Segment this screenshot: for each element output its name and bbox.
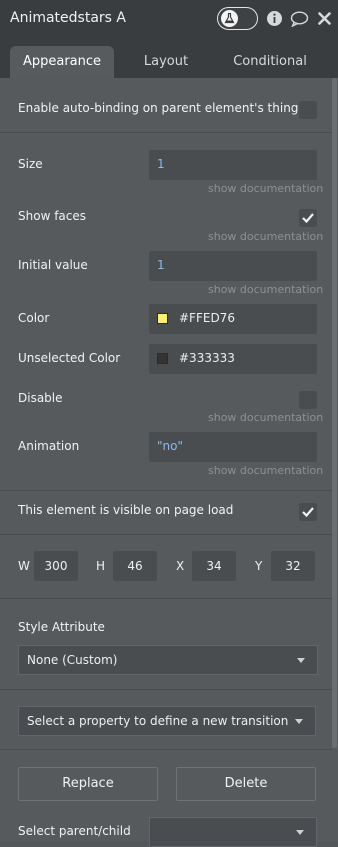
style-select[interactable]: None (Custom) [18,645,318,675]
animation-label: Animation [18,439,80,453]
replace-button[interactable]: Replace [18,767,158,801]
checkmark-icon [302,507,314,518]
size-value: 1 [157,157,165,171]
y-input[interactable]: 32 [271,551,315,581]
initial-value-label: Initial value [18,258,88,272]
transition-placeholder: Select a property to define a new transi… [27,714,289,728]
unselected-color-label: Unselected Color [18,351,121,365]
initial-value-value: 1 [157,258,165,272]
width-label: W [18,559,30,573]
animation-value: "no" [157,439,183,453]
color-picker[interactable]: #FFED76 [149,304,317,334]
auto-binding-checkbox[interactable] [299,101,317,119]
title-bar: Animatedstars A [0,0,338,38]
unselected-color-picker[interactable]: #333333 [149,344,317,374]
size-input[interactable]: 1 [149,150,317,180]
divider [0,689,332,690]
tab-layout[interactable]: Layout [125,46,207,78]
disable-checkbox[interactable] [299,391,317,409]
close-icon[interactable] [318,12,331,25]
unselected-color-value: #333333 [179,351,235,365]
animation-input[interactable]: "no" [149,432,317,462]
debug-toggle[interactable] [217,7,258,30]
height-label: H [96,559,106,573]
visible-on-load-checkbox[interactable] [299,503,317,521]
color-label: Color [18,311,50,325]
width-input[interactable]: 300 [34,551,78,581]
disable-label: Disable [18,391,63,405]
animation-doc-link[interactable]: show documentation [208,464,323,477]
tab-appearance[interactable]: Appearance [10,46,114,78]
x-label: X [176,559,185,573]
divider [0,490,332,491]
element-name[interactable]: Animatedstars A [10,10,126,26]
initial-value-doc-link[interactable]: show documentation [208,283,323,296]
checkmark-icon [302,213,314,224]
divider [0,598,332,599]
divider [0,749,332,750]
visible-on-load-label: This element is visible on page load [18,503,234,517]
toggle-knob [221,10,238,27]
size-label: Size [18,157,43,171]
flask-icon [224,13,235,24]
style-attribute-label: Style Attribute [18,620,105,634]
style-select-value: None (Custom) [27,653,118,667]
tab-conditional[interactable]: Conditional [222,46,318,78]
x-input[interactable]: 34 [192,551,236,581]
scrollbar[interactable] [332,78,337,748]
show-faces-label: Show faces [18,209,87,223]
comment-icon[interactable] [290,11,309,27]
property-editor-panel: Animatedstars A Appearance Layout Condit… [0,0,338,847]
y-label: Y [255,559,263,573]
chevron-down-icon [297,658,305,663]
show-faces-doc-link[interactable]: show documentation [208,230,323,243]
divider [0,132,332,133]
info-icon[interactable] [266,10,283,27]
initial-value-input[interactable]: 1 [149,251,317,281]
color-value: #FFED76 [179,311,235,325]
chevron-down-icon [295,719,303,724]
show-faces-checkbox[interactable] [299,209,317,227]
disable-doc-link[interactable]: show documentation [208,411,323,424]
chevron-down-icon [296,830,304,835]
auto-binding-label: Enable auto-binding on parent element's … [18,101,299,115]
parent-child-label: Select parent/child [18,824,131,838]
height-input[interactable]: 46 [113,551,157,581]
delete-button[interactable]: Delete [176,767,316,801]
divider [0,534,332,535]
unselected-color-swatch [157,353,168,364]
size-doc-link[interactable]: show documentation [208,182,323,195]
parent-child-select[interactable] [149,817,317,847]
transition-select[interactable]: Select a property to define a new transi… [18,706,316,736]
color-swatch [157,313,168,324]
